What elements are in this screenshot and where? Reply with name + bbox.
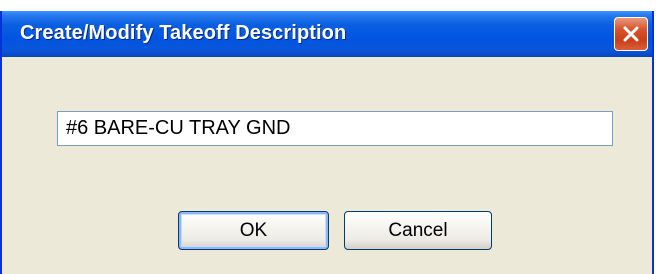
- close-button[interactable]: [614, 17, 648, 51]
- cancel-button[interactable]: Cancel: [344, 211, 492, 250]
- dialog-title: Create/Modify Takeoff Description: [20, 22, 347, 44]
- takeoff-description-input[interactable]: [57, 111, 613, 146]
- ok-button[interactable]: OK: [178, 211, 329, 250]
- title-bar[interactable]: Create/Modify Takeoff Description: [2, 11, 652, 57]
- dialog-body: OK Cancel: [2, 57, 652, 274]
- close-icon: [622, 25, 640, 43]
- dialog-window: Create/Modify Takeoff Description OK Can…: [0, 11, 654, 274]
